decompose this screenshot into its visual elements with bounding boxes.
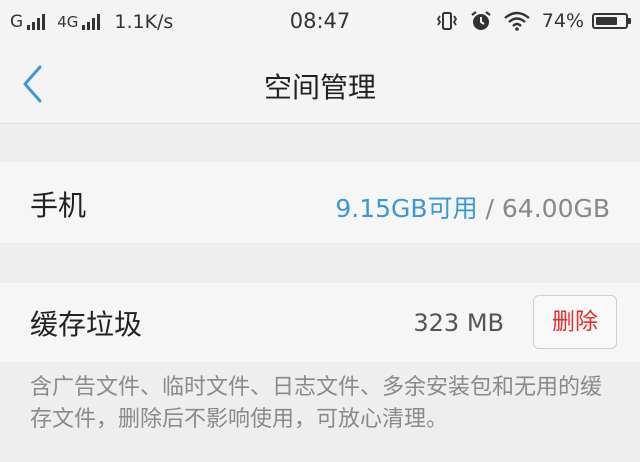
status-right: 74% bbox=[436, 9, 631, 33]
alarm-icon bbox=[470, 10, 492, 32]
delete-button[interactable]: 删除 bbox=[533, 295, 617, 349]
cache-junk-row: 缓存垃圾 323 MB 删除 bbox=[0, 283, 640, 362]
phone-storage-label: 手机 bbox=[30, 189, 87, 222]
cache-description: 含广告文件、临时文件、日志文件、多余安装包和无用的缓存文件，删除后不影响使用，可… bbox=[30, 375, 603, 432]
cache-size: 323 MB bbox=[413, 309, 504, 337]
battery-icon bbox=[592, 13, 631, 29]
phone-storage-row[interactable]: 手机 9.15GB可用 / 64.00GB bbox=[0, 162, 640, 243]
storage-separator: / bbox=[477, 194, 502, 223]
cache-junk-label: 缓存垃圾 bbox=[30, 308, 143, 341]
storage-usage: 9.15GB可用 / 64.00GB bbox=[335, 189, 610, 225]
title-bar: 空间管理 bbox=[0, 44, 640, 124]
page-title: 空间管理 bbox=[263, 71, 376, 104]
vibrate-icon bbox=[436, 11, 458, 31]
storage-available: 9.15GB可用 bbox=[335, 194, 478, 223]
status-bar: G 4G 1.1K/s 08:47 74% bbox=[0, 0, 640, 44]
battery-percent: 74% bbox=[541, 10, 584, 32]
wifi-icon bbox=[503, 11, 530, 31]
storage-total: 64.00GB bbox=[501, 194, 610, 223]
